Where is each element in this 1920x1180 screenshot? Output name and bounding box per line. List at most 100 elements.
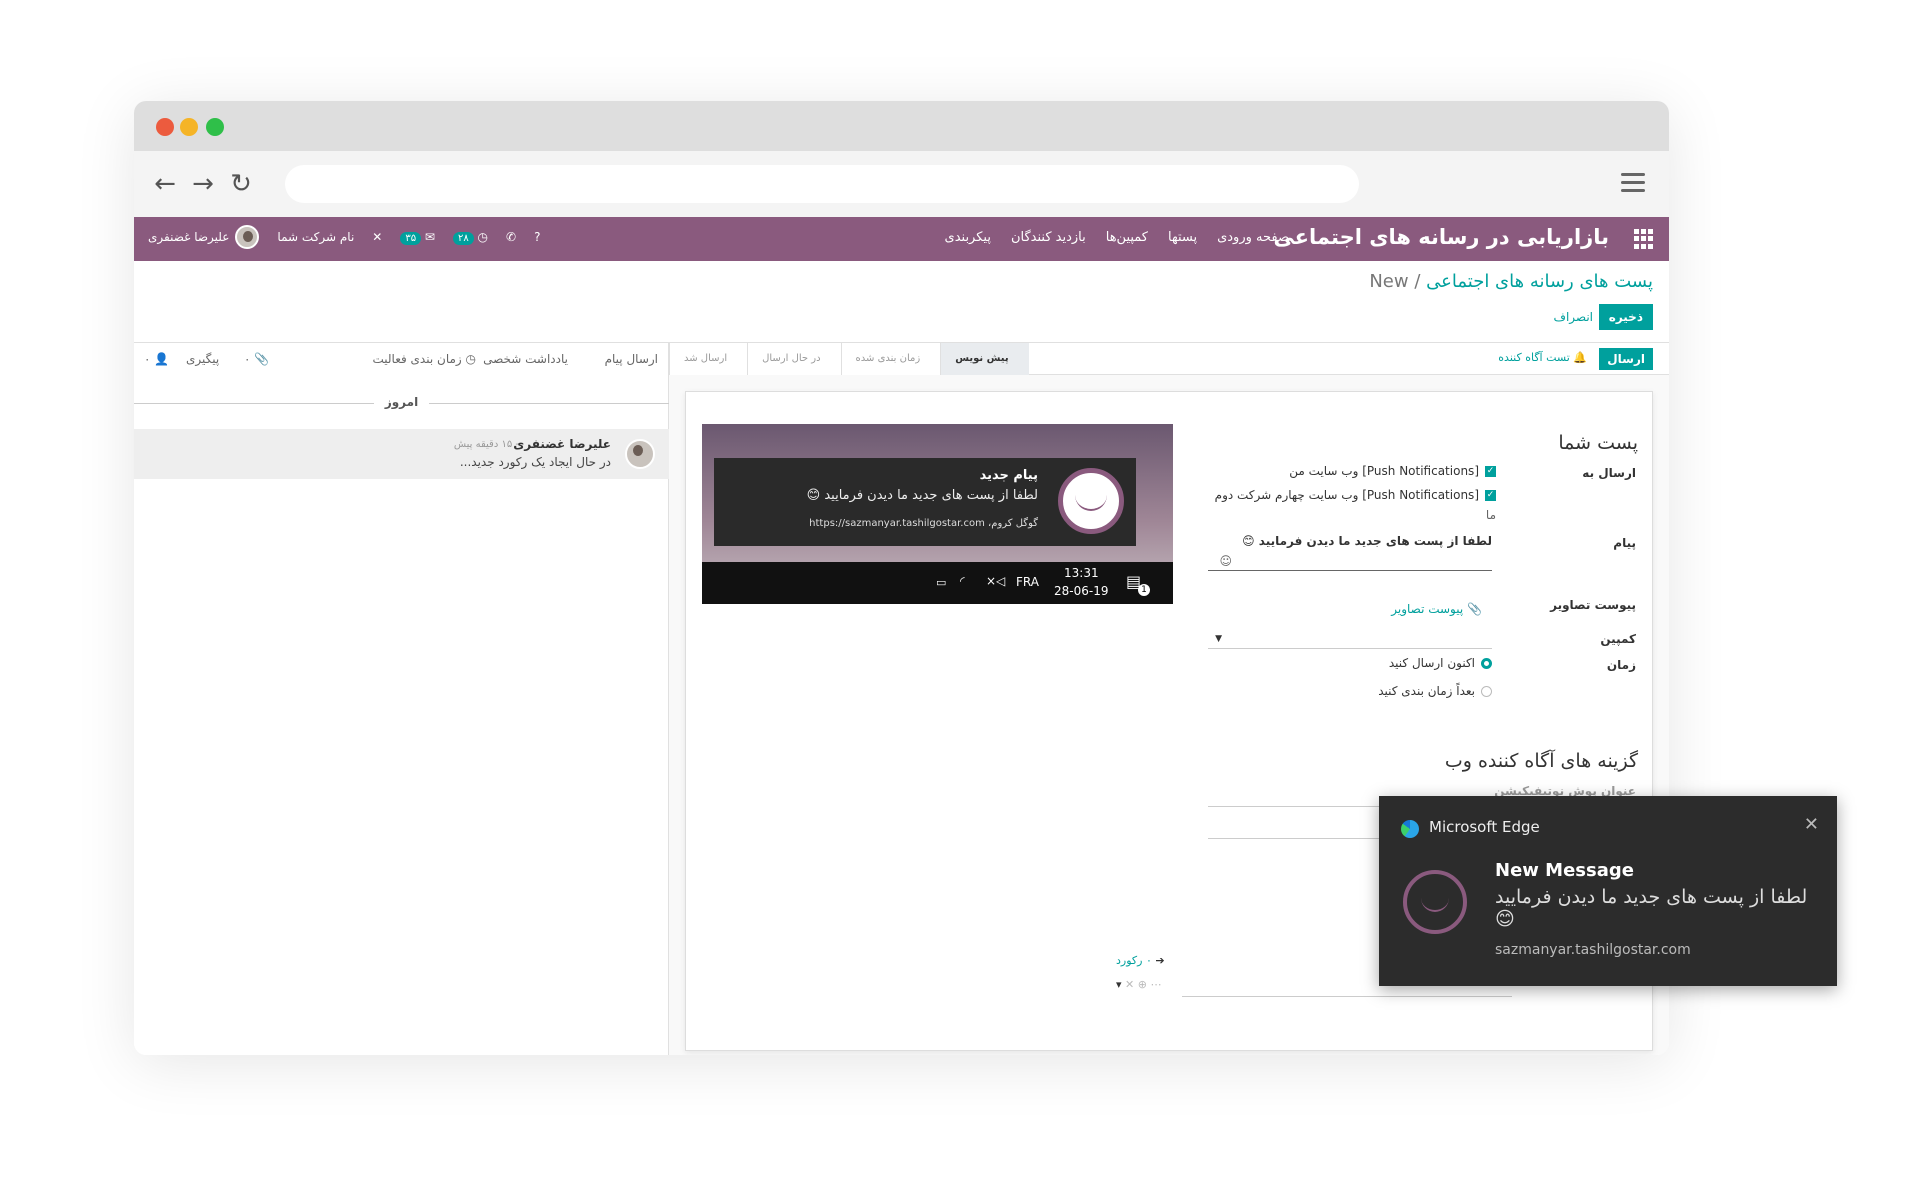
minimize-dot-icon[interactable] <box>180 118 198 136</box>
send-to-item-2-label: [Push Notifications] وب سایت چهارم شرکت … <box>1214 488 1479 502</box>
attachments-button[interactable]: 📎 ۰ <box>244 352 269 366</box>
app-menu: صفحه ورودی پستها کمپین‌ها بازدید کنندگان… <box>945 230 1289 245</box>
more-icon[interactable]: ⋯ <box>1150 978 1161 991</box>
user-menu[interactable]: علیرضا غضنفری <box>148 225 260 249</box>
menu-item-campaigns[interactable]: کمپین‌ها <box>1106 230 1148 245</box>
checkbox-icon[interactable]: ✓ <box>1485 490 1496 501</box>
wifi-icon: ◜ <box>960 574 965 588</box>
maximize-dot-icon[interactable] <box>206 118 224 136</box>
forward-arrow-icon[interactable]: → <box>188 169 218 199</box>
menu-item-visitors[interactable]: بازدید کنندگان <box>1011 230 1086 245</box>
send-to-item-1[interactable]: ✓ [Push Notifications] وب سایت من <box>1289 464 1496 478</box>
status-bar: ارسال 🔔 تست آگاه کننده پیش نویس زمان بند… <box>669 343 1669 375</box>
record-arrow-icon: ➔ <box>1155 954 1165 967</box>
help-icon[interactable]: ? <box>534 230 540 244</box>
close-icon[interactable]: ✕ <box>1804 814 1819 835</box>
section-post-title: پست شما <box>1558 432 1638 454</box>
test-notification-button[interactable]: 🔔 تست آگاه کننده <box>1498 351 1587 364</box>
reload-icon[interactable]: ↻ <box>226 169 256 199</box>
stage-sending[interactable]: در حال ارسال <box>747 343 841 375</box>
send-to-item-1-label: [Push Notifications] وب سایت من <box>1289 464 1479 478</box>
preview-taskbar: ▭ ◜ ◁× FRA 13:31 28-06-19 ▤ 1 <box>702 562 1173 604</box>
chatter-panel: ارسال پیام یادداشت شخصی ◷ زمان بندی فعال… <box>134 343 669 1055</box>
message-field[interactable]: لطفا از پست های جدید ما دیدن فرمایید 😊 <box>1242 534 1492 548</box>
time-later-option[interactable]: بعداً زمان بندی کنید <box>1378 684 1492 698</box>
user-avatar <box>235 225 260 249</box>
messages-badge: ۳۵ <box>400 232 422 245</box>
follow-button[interactable]: پیگیری <box>186 352 219 366</box>
edge-source: sazmanyar.tashilgostar.com <box>1495 942 1691 958</box>
campaign-label: کمپین <box>1600 632 1636 646</box>
edge-logo-icon <box>1401 820 1419 838</box>
menu-item-config[interactable]: پیکربندی <box>945 230 991 245</box>
systray: ? ✆ ◷ ۲۸ ✉ ۳۵ ✕ نام شرکت شما علیرضا غضنف… <box>148 225 540 249</box>
menu-item-posts[interactable]: پستها <box>1168 230 1197 245</box>
menu-item-home[interactable]: صفحه ورودی <box>1217 230 1289 245</box>
attach-label: پیوست تصاویر <box>1550 598 1636 612</box>
breadcrumb-current: New <box>1369 271 1409 292</box>
followers-button[interactable]: 👤 ۰ <box>144 352 169 366</box>
debug-tools-icon[interactable]: ✕ <box>372 230 382 244</box>
log-note-button[interactable]: یادداشت شخصی <box>483 352 568 366</box>
close-dot-icon[interactable] <box>156 118 174 136</box>
notif-count-badge: 1 <box>1138 584 1150 596</box>
stage-draft[interactable]: پیش نویس <box>940 343 1029 375</box>
back-arrow-icon[interactable]: ← <box>150 169 180 199</box>
record-link-label: ۰ رکورد <box>1116 954 1152 967</box>
activity-icon[interactable]: ◷ ۲۸ <box>452 230 488 245</box>
preview-url: https://sazmanyar.tashilgostar.com <box>809 518 985 529</box>
row-actions: ⋯ ⊕ ✕ ▾ <box>1116 978 1161 991</box>
attach-link-label: پیوست تصاویر <box>1391 602 1464 616</box>
clock-date: 28-06-19 <box>1054 584 1109 598</box>
preview-source: گوگل کروم، https://sazmanyar.tashilgosta… <box>809 518 1038 529</box>
author-avatar <box>625 439 655 469</box>
preview-browser: گوگل کروم، <box>988 518 1038 529</box>
app-grid-icon[interactable] <box>1633 229 1653 249</box>
message-author[interactable]: علیرضا غضنفری <box>513 437 611 451</box>
checkbox-icon[interactable]: ✓ <box>1485 466 1496 477</box>
row-underline <box>1182 996 1512 997</box>
discard-button[interactable]: انصراف <box>1554 310 1593 324</box>
chatter-message: علیرضا غضنفری - ۱۵ دقیقه پیش در حال ایجا… <box>134 429 669 479</box>
campaign-dropdown-icon[interactable]: ▼ <box>1215 634 1222 644</box>
address-bar[interactable] <box>285 165 1359 203</box>
record-link[interactable]: ➔ ۰ رکورد <box>1116 954 1165 967</box>
edge-notification[interactable]: Microsoft Edge ✕ New Message لطفا از پست… <box>1379 796 1837 986</box>
messages-icon[interactable]: ✉ ۳۵ <box>400 230 435 245</box>
save-button[interactable]: ذخیره <box>1598 304 1653 330</box>
add-icon[interactable]: ⊕ <box>1138 978 1147 991</box>
radio-icon[interactable] <box>1481 686 1492 697</box>
browser-toolbar: ← → ↻ <box>134 151 1669 217</box>
send-button[interactable]: ارسال <box>1599 348 1653 370</box>
app-brand[interactable]: بازاریابی در رسانه های اجتماعی <box>1273 225 1609 249</box>
lang-indicator: FRA <box>1016 575 1039 589</box>
time-now-option[interactable]: اکنون ارسال کنید <box>1389 656 1492 670</box>
section-web-title: گزینه های آگاه کننده وب <box>1444 750 1638 772</box>
attachments-count: ۰ <box>244 352 251 366</box>
radio-icon[interactable] <box>1481 658 1492 669</box>
today-separator: امروز <box>134 395 669 409</box>
stage-sent[interactable]: ارسال شد <box>669 343 748 375</box>
message-label: پیام <box>1613 536 1636 550</box>
edge-heading: New Message <box>1495 860 1634 881</box>
send-message-button[interactable]: ارسال پیام <box>605 352 658 366</box>
emoji-picker-icon[interactable]: ☺ <box>1219 554 1232 568</box>
remove-icon[interactable]: ✕ <box>1125 978 1134 991</box>
attach-link[interactable]: 📎 پیوست تصاویر <box>1391 602 1482 616</box>
browser-menu-icon[interactable] <box>1621 173 1645 197</box>
clock-time: 13:31 <box>1064 566 1099 580</box>
schedule-activity-button[interactable]: ◷ زمان بندی فعالیت <box>372 352 476 366</box>
app-navbar: بازاریابی در رسانه های اجتماعی صفحه ورود… <box>134 217 1669 261</box>
followers-count: ۰ <box>144 352 151 366</box>
browser-titlebar <box>134 101 1669 151</box>
campaign-select[interactable] <box>1208 648 1492 649</box>
breadcrumb-parent[interactable]: پست های رسانه های اجتماعی <box>1426 271 1653 292</box>
row-select-icon[interactable]: ▾ <box>1116 978 1122 991</box>
battery-icon: ▭ <box>936 576 947 589</box>
send-to-item-2[interactable]: ✓ [Push Notifications] وب سایت چهارم شرکت… <box>1215 488 1496 502</box>
company-switcher[interactable]: نام شرکت شما <box>277 230 354 244</box>
preview-title: پیام جدید <box>979 468 1038 483</box>
stage-scheduled[interactable]: زمان بندی شده <box>840 343 941 375</box>
phone-icon[interactable]: ✆ <box>506 230 516 244</box>
stage-bar: پیش نویس زمان بندی شده در حال ارسال ارسا… <box>669 343 1029 375</box>
